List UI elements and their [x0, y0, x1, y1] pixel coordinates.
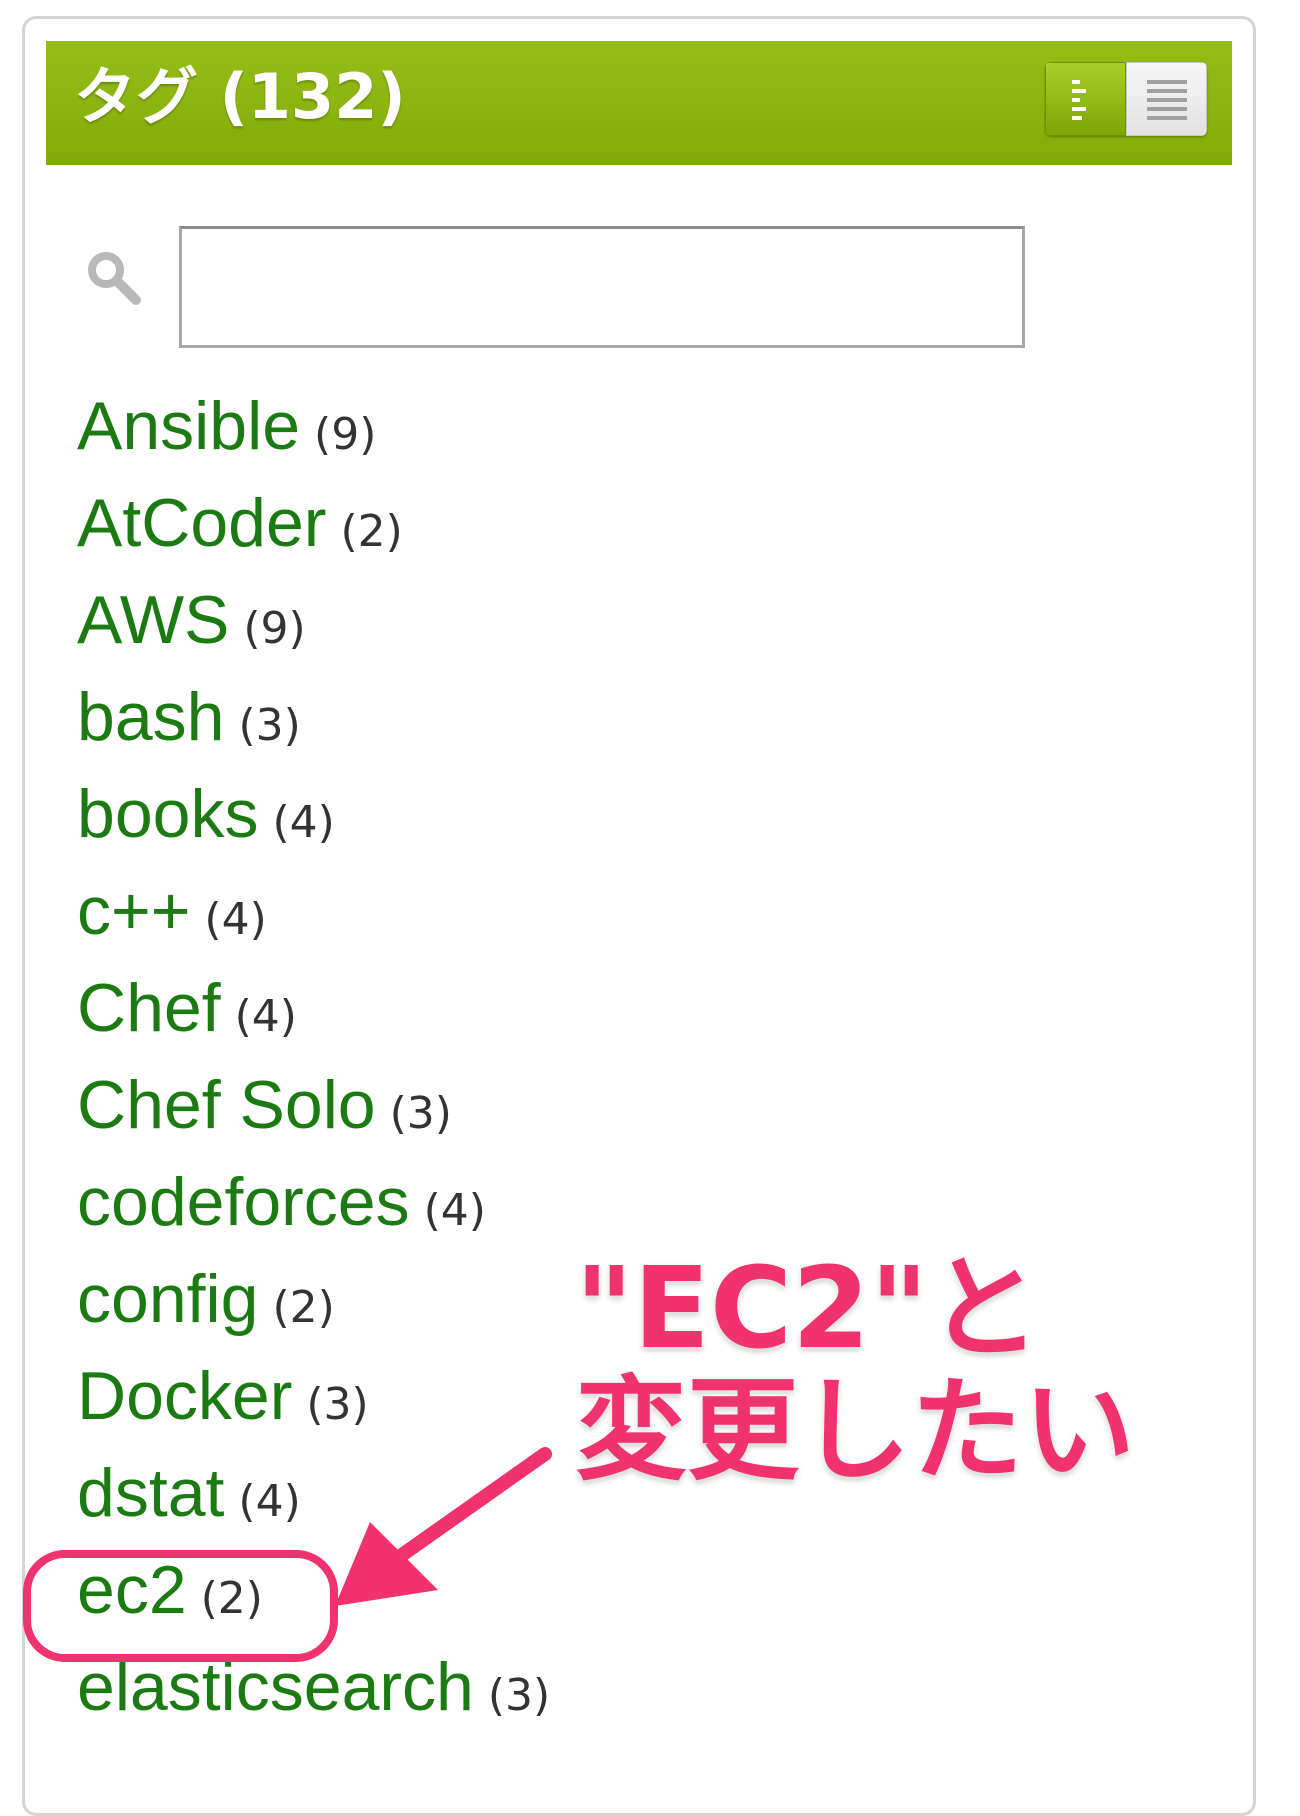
list-view-icon [1071, 80, 1086, 120]
tag-link[interactable]: books [77, 776, 258, 852]
tag-list-item: AtCoder (2) [77, 475, 550, 572]
search-icon [88, 252, 141, 305]
tag-list-item: bash (3) [77, 669, 550, 766]
tag-count: (3) [238, 700, 301, 751]
annotation-line-2: 変更したい [575, 1366, 1135, 1496]
tag-list-item: codeforces (4) [77, 1154, 550, 1251]
tag-list-item: config (2) [77, 1251, 550, 1348]
tag-count: (9) [243, 603, 306, 654]
panel-header: タグ (132) [46, 41, 1232, 165]
tag-count: (3) [487, 1670, 551, 1721]
annotation-text: "EC2"と 変更したい [575, 1248, 1135, 1492]
tag-link[interactable]: bash [77, 679, 224, 755]
tag-list-item: books (4) [77, 766, 550, 863]
tag-list-item: c++ (4) [77, 863, 550, 960]
view-toggle[interactable] [1045, 62, 1207, 136]
tag-count: (2) [200, 1573, 263, 1624]
tag-count: (4) [204, 894, 267, 945]
tag-link[interactable]: dstat [77, 1455, 224, 1531]
tag-count: (2) [272, 1282, 335, 1333]
cloud-view-button[interactable] [1126, 62, 1207, 136]
tag-count: (3) [306, 1379, 369, 1430]
tag-list-item: dstat (4) [77, 1445, 550, 1542]
tag-count: (9) [314, 409, 377, 460]
tag-link[interactable]: codeforces [77, 1164, 410, 1240]
tag-link[interactable]: c++ [77, 873, 190, 949]
tag-list-item: Docker (3) [77, 1348, 550, 1445]
tag-list-item: Chef (4) [77, 960, 550, 1057]
tag-link[interactable]: Chef Solo [77, 1067, 376, 1143]
tag-list-item: elasticsearch (3) [77, 1639, 550, 1736]
tag-count: (2) [340, 506, 403, 557]
cloud-view-icon [1146, 80, 1187, 120]
tag-link[interactable]: Chef [77, 970, 221, 1046]
tag-list-item: AWS (9) [77, 572, 550, 669]
panel-title: タグ (132) [74, 60, 406, 133]
tag-count: (4) [234, 991, 297, 1042]
tag-search-input[interactable] [179, 226, 1025, 348]
tag-list-item: Ansible (9) [77, 378, 550, 475]
tag-count: (4) [238, 1476, 301, 1527]
list-view-button[interactable] [1045, 62, 1126, 136]
tag-count: (4) [272, 797, 335, 848]
tag-count: (3) [389, 1088, 452, 1139]
tag-list-item: Chef Solo (3) [77, 1057, 550, 1154]
tag-link[interactable]: AtCoder [77, 485, 326, 561]
tag-link[interactable]: elasticsearch [77, 1649, 474, 1725]
annotation-line-1: "EC2"と [575, 1244, 1041, 1374]
tag-count: (4) [423, 1185, 486, 1236]
tag-link[interactable]: Docker [77, 1358, 292, 1434]
tag-link[interactable]: Ansible [77, 388, 300, 464]
tag-list: Ansible (9) AtCoder (2) AWS (9) bash (3) books (4… [77, 378, 550, 1736]
tag-list-item: ec2 (2) [77, 1542, 550, 1639]
tag-link[interactable]: config [77, 1261, 258, 1337]
tag-link[interactable]: AWS [77, 582, 229, 658]
tag-link[interactable]: ec2 [77, 1552, 187, 1628]
